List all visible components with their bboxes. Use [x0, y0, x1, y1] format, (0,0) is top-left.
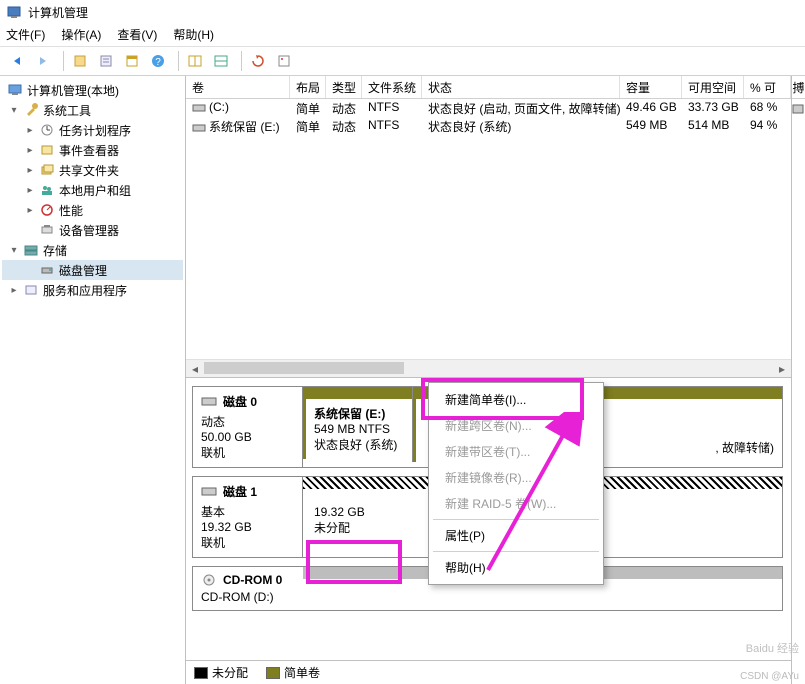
col-status[interactable]: 状态 — [422, 76, 620, 98]
menu-action[interactable]: 操作(A) — [61, 26, 101, 42]
col-pct[interactable]: % 可 — [744, 76, 791, 98]
tree-root[interactable]: 计算机管理(本地) — [2, 80, 183, 100]
watermark: Baidu 经验 — [746, 640, 799, 656]
horiz-scrollbar[interactable]: ◂ ▸ — [186, 359, 791, 377]
disk-0-info: 磁盘 0 动态 50.00 GB 联机 — [193, 387, 303, 467]
context-menu: 新建简单卷(I)... 新建跨区卷(N)... 新建带区卷(T)... 新建镜像… — [428, 382, 604, 585]
actions-item[interactable] — [792, 103, 805, 121]
col-capacity[interactable]: 容量 — [620, 76, 682, 98]
tool-btn-1[interactable] — [69, 50, 91, 72]
tool-btn-props[interactable] — [273, 50, 295, 72]
event-icon — [39, 142, 55, 158]
drive-icon — [192, 102, 206, 114]
ctx-separator — [433, 519, 599, 520]
legend-label-simple: 简单卷 — [284, 664, 320, 681]
actions-pane: 搏 — [791, 76, 805, 684]
table-body[interactable]: (C:) 简单 动态 NTFS 状态良好 (启动, 页面文件, 故障转储) 49… — [186, 99, 791, 359]
window-title: 计算机管理 — [28, 4, 88, 21]
tree-event-viewer[interactable]: ▸事件查看器 — [2, 140, 183, 160]
clock-icon — [39, 122, 55, 138]
expand-icon[interactable]: ▸ — [24, 125, 36, 136]
ctx-properties[interactable]: 属性(P) — [431, 523, 601, 548]
tool-btn-detail[interactable] — [210, 50, 232, 72]
tree-storage[interactable]: ▾存储 — [2, 240, 183, 260]
partition-e[interactable]: 系统保留 (E:) 549 MB NTFS 状态良好 (系统) — [303, 399, 412, 459]
tree-local-users[interactable]: ▸本地用户和组 — [2, 180, 183, 200]
tree-disk-mgmt[interactable]: 磁盘管理 — [2, 260, 183, 280]
ctx-help[interactable]: 帮助(H) — [431, 555, 601, 580]
tree-device-manager[interactable]: 设备管理器 — [2, 220, 183, 240]
ctx-separator — [433, 551, 599, 552]
tool-btn-2[interactable] — [95, 50, 117, 72]
menu-view[interactable]: 查看(V) — [117, 26, 157, 42]
services-icon — [23, 282, 39, 298]
ctx-new-simple-volume[interactable]: 新建简单卷(I)... — [431, 387, 601, 412]
refresh-button[interactable] — [247, 50, 269, 72]
tool-btn-list[interactable] — [184, 50, 206, 72]
drive-icon — [192, 122, 206, 134]
expand-icon[interactable]: ▸ — [24, 145, 36, 156]
ctx-new-spanned-volume: 新建跨区卷(N)... — [431, 413, 601, 438]
col-type[interactable]: 类型 — [326, 76, 362, 98]
disk-1-info: 磁盘 1 基本 19.32 GB 联机 — [193, 477, 303, 557]
collapse-icon[interactable]: ▾ — [8, 245, 20, 256]
tree-services-apps[interactable]: ▸服务和应用程序 — [2, 280, 183, 300]
scroll-right-icon[interactable]: ▸ — [773, 360, 791, 377]
nav-tree[interactable]: 计算机管理(本地) ▾系统工具 ▸任务计划程序 ▸事件查看器 ▸共享文件夹 ▸本… — [0, 76, 186, 684]
legend-swatch-unalloc — [194, 667, 208, 679]
csdn-watermark: CSDN @AYu — [740, 671, 799, 682]
cdrom-info: CD-ROM 0 CD-ROM (D:) — [193, 567, 303, 610]
legend-swatch-simple — [266, 667, 280, 679]
tree-system-tools[interactable]: ▾系统工具 — [2, 100, 183, 120]
svg-text:?: ? — [155, 57, 161, 68]
tree-performance[interactable]: ▸性能 — [2, 200, 183, 220]
cdrom-icon — [201, 573, 217, 587]
tool-btn-3[interactable] — [121, 50, 143, 72]
expand-icon[interactable]: ▸ — [24, 165, 36, 176]
computer-icon — [7, 82, 23, 98]
tree-task-scheduler[interactable]: ▸任务计划程序 — [2, 120, 183, 140]
menu-help[interactable]: 帮助(H) — [173, 26, 214, 42]
col-free[interactable]: 可用空间 — [682, 76, 744, 98]
col-actions[interactable]: 搏 — [792, 76, 805, 99]
app-icon — [6, 4, 22, 20]
storage-icon — [23, 242, 39, 258]
disk-icon — [201, 395, 217, 409]
menubar: 文件(F) 操作(A) 查看(V) 帮助(H) — [0, 24, 805, 46]
titlebar: 计算机管理 — [0, 0, 805, 24]
tree-shared-folders[interactable]: ▸共享文件夹 — [2, 160, 183, 180]
perf-icon — [39, 202, 55, 218]
expand-icon[interactable]: ▸ — [24, 205, 36, 216]
expand-icon[interactable]: ▸ — [8, 285, 20, 296]
menu-file[interactable]: 文件(F) — [6, 26, 45, 42]
ctx-new-raid5-volume: 新建 RAID-5 卷(W)... — [431, 491, 601, 516]
col-fs[interactable]: 文件系统 — [362, 76, 422, 98]
col-volume[interactable]: 卷 — [186, 76, 290, 98]
folders-icon — [39, 162, 55, 178]
toolbar: ? — [0, 46, 805, 76]
forward-button[interactable] — [32, 50, 54, 72]
col-layout[interactable]: 布局 — [290, 76, 326, 98]
scroll-thumb[interactable] — [204, 360, 773, 377]
back-button[interactable] — [6, 50, 28, 72]
table-header[interactable]: 卷 布局 类型 文件系统 状态 容量 可用空间 % 可 — [186, 76, 791, 99]
legend: 未分配 简单卷 — [186, 660, 791, 684]
table-row[interactable]: (C:) 简单 动态 NTFS 状态良好 (启动, 页面文件, 故障转储) 49… — [186, 99, 791, 117]
users-icon — [39, 182, 55, 198]
disk-icon — [201, 485, 217, 499]
disk-icon — [39, 262, 55, 278]
content-panel: 卷 布局 类型 文件系统 状态 容量 可用空间 % 可 (C:) 简单 动态 N… — [186, 76, 791, 684]
table-row[interactable]: 系统保留 (E:) 简单 动态 NTFS 状态良好 (系统) 549 MB 51… — [186, 117, 791, 135]
scroll-left-icon[interactable]: ◂ — [186, 360, 204, 377]
expand-icon[interactable]: ▸ — [24, 185, 36, 196]
wrench-icon — [23, 102, 39, 118]
device-icon — [39, 222, 55, 238]
legend-label-unalloc: 未分配 — [212, 664, 248, 681]
volume-table: 卷 布局 类型 文件系统 状态 容量 可用空间 % 可 (C:) 简单 动态 N… — [186, 76, 791, 378]
help-button[interactable]: ? — [147, 50, 169, 72]
ctx-new-striped-volume: 新建带区卷(T)... — [431, 439, 601, 464]
collapse-icon[interactable]: ▾ — [8, 105, 20, 116]
ctx-new-mirrored-volume: 新建镜像卷(R)... — [431, 465, 601, 490]
